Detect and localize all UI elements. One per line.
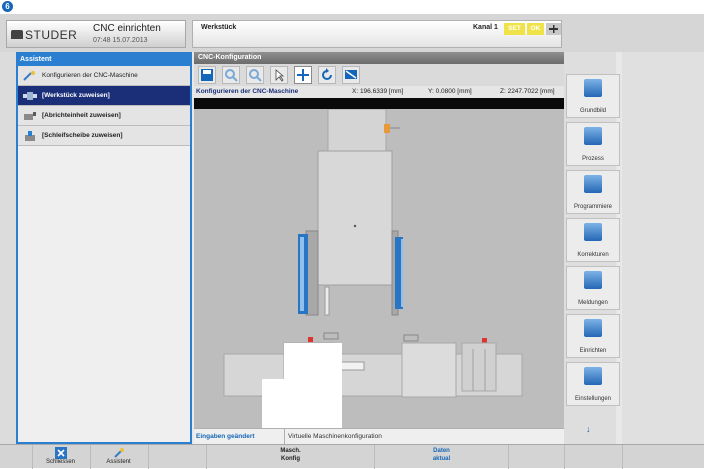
virtual-config-label: Virtuelle Maschinenkonfiguration (288, 433, 382, 440)
assistant-title: Assistent (18, 54, 190, 66)
channel-label: Kanal 1 (473, 24, 498, 31)
machine-config-line1: Masch. (280, 448, 301, 454)
nav-korrekturen[interactable]: Korrekturen (566, 218, 620, 262)
coordinate-status: Konfigurieren der CNC-Maschine X: 196.63… (194, 86, 564, 98)
dresser-icon (24, 112, 36, 120)
inputs-changed-status: Eingaben geändert (196, 433, 255, 440)
nav-grundbild[interactable]: Grundbild (566, 74, 620, 118)
zoom-in-icon[interactable] (222, 66, 240, 84)
cnc-panel-title: CNC-Konfiguration (194, 52, 564, 64)
coord-y: Y: 0.0800 [mm] (428, 88, 472, 95)
status-title: Konfigurieren der CNC-Maschine (196, 88, 299, 95)
wizard-icon (113, 448, 124, 458)
assistant-item-wheel[interactable]: [Schleifscheibe zuweisen] (18, 126, 190, 146)
nav-label: Meldungen (578, 300, 608, 306)
assistant-item-label: Konfigurieren der CNC-Maschine (42, 72, 138, 79)
brand-box: STUDER CNC einrichten 07:48 15.07.2013 (6, 20, 186, 48)
data-line2: aktual (432, 456, 451, 462)
assistant-item-workpiece[interactable]: [Werkstück zuweisen] (18, 86, 190, 106)
wheelhead-body (317, 150, 393, 286)
bottom-slot-empty-3[interactable] (564, 445, 622, 469)
bottom-bar: Schliessen Assistent Masch. Konfig Daten… (0, 444, 704, 469)
nav-meldungen[interactable]: Meldungen (566, 266, 620, 310)
studer-logo-icon (11, 30, 23, 39)
tailstock (401, 342, 457, 398)
header: STUDER CNC einrichten 07:48 15.07.2013 W… (0, 14, 704, 52)
nav-label: Prozess (582, 156, 604, 162)
logo-text: STUDER (25, 28, 78, 42)
assistant-item-dresser[interactable]: [Abrichteinheit zuweisen] (18, 106, 190, 126)
screen: 6 STUDER CNC einrichten 07:48 15.07.2013… (0, 0, 704, 469)
view-icon[interactable] (342, 66, 360, 84)
program-icon (584, 175, 602, 193)
save-icon[interactable] (198, 66, 216, 84)
nav-label: Grundbild (579, 108, 606, 114)
workpiece-icon (23, 92, 37, 100)
machine-config-line2: Konfig (281, 456, 300, 462)
machine-config-button[interactable]: Masch. Konfig (206, 445, 374, 469)
move-icon[interactable] (294, 66, 312, 84)
assistant-label: Assistent (106, 459, 131, 465)
bottom-slot-empty-4[interactable] (622, 445, 704, 469)
nav-einstellungen[interactable]: Einstellungen (566, 362, 620, 406)
setup-icon (584, 319, 602, 337)
bottom-slot-empty-2[interactable] (508, 445, 564, 469)
messages-icon (584, 271, 602, 289)
assistant-item-label: [Abrichteinheit zuweisen] (42, 112, 121, 119)
canvas-header-bar (194, 98, 564, 109)
menu-icon[interactable] (546, 23, 561, 35)
nav-einrichten[interactable]: Einrichten (566, 314, 620, 358)
left-strip (0, 52, 16, 444)
timestamp: 07:48 15.07.2013 (93, 37, 148, 44)
wheel-icon (25, 131, 35, 141)
coord-x: X: 196.6339 [mm] (352, 88, 404, 95)
cnc-config-panel: CNC-Konfiguration Konfigurieren der CNC-… (194, 52, 564, 445)
settings-icon (584, 367, 602, 385)
bottom-slot-empty-1[interactable] (148, 445, 204, 469)
machine-canvas[interactable] (194, 109, 564, 429)
close-icon (54, 447, 67, 459)
coord-z: Z: 2247.7022 [mm] (500, 88, 555, 95)
cnc-toolbar (194, 64, 564, 86)
ok-button[interactable]: OK (527, 23, 544, 35)
close-label: Schliessen (45, 459, 75, 465)
data-line1: Daten (433, 448, 450, 454)
home-icon (584, 79, 602, 97)
set-button[interactable]: SET (504, 23, 525, 35)
right-margin (622, 52, 704, 444)
screen-title: CNC einrichten (93, 23, 161, 34)
update-data-button[interactable]: Daten aktual (374, 445, 508, 469)
nav-label: Einrichten (579, 348, 607, 354)
workpiece-label: Werkstück (201, 24, 237, 31)
assistant-button[interactable]: Assistent (90, 445, 146, 469)
header-info: Werkstück Kanal 1 SET OK (192, 20, 562, 48)
assistant-panel: Assistent Konfigurieren der CNC-Maschine… (16, 52, 192, 444)
pointer-icon[interactable] (270, 66, 288, 84)
right-nav: Grundbild Prozess Programmiere Korrektur… (564, 52, 620, 444)
close-button[interactable]: Schliessen (32, 445, 88, 469)
footer-separator (284, 429, 285, 445)
assistant-item-label: [Werkstück zuweisen] (42, 92, 110, 99)
step-badge: 6 (2, 1, 13, 12)
orange-marker (384, 124, 390, 133)
nav-prozess[interactable]: Prozess (566, 122, 620, 166)
nav-label: Einstellungen (574, 396, 612, 402)
more-arrow-icon[interactable]: ↓ (586, 424, 591, 434)
carriage-top (327, 109, 387, 152)
corrections-icon (584, 223, 602, 241)
dresser-unit (461, 342, 497, 392)
nav-label: Programmiere (573, 204, 612, 210)
wizard-icon (23, 71, 35, 81)
process-icon (584, 127, 602, 145)
nav-programmiere[interactable]: Programmiere (566, 170, 620, 214)
rotate-icon[interactable] (318, 66, 336, 84)
zoom-out-icon[interactable] (246, 66, 264, 84)
nav-label: Korrekturen (577, 252, 609, 258)
cnc-footer: Eingaben geändert Virtuelle Maschinenkon… (194, 428, 564, 445)
top-strip: 6 (0, 0, 704, 14)
assistant-item-configure[interactable]: Konfigurieren der CNC-Maschine (18, 66, 190, 86)
assistant-item-label: [Schleifscheibe zuweisen] (42, 132, 123, 139)
